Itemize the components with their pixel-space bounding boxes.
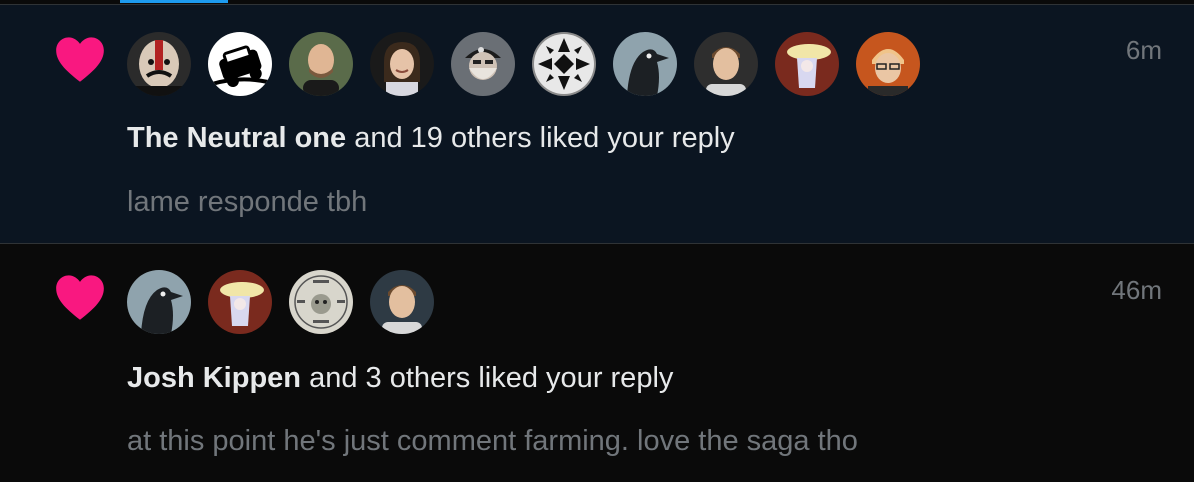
notification-item[interactable]: 6m The Neutral one and 19 others liked y… <box>0 4 1194 244</box>
avatar-row <box>127 32 920 96</box>
heart-icon <box>56 37 104 82</box>
notification-summary: Josh Kippen and 3 others liked your repl… <box>127 362 673 395</box>
heart-icon <box>56 275 104 320</box>
avatar-circle-text-badge[interactable] <box>289 270 353 334</box>
notification-item[interactable]: 46m Josh Kippen and 3 others liked your … <box>0 245 1194 482</box>
avatar-orange-hair-man[interactable] <box>856 32 920 96</box>
avatar-row <box>127 270 434 334</box>
avatar-crow[interactable] <box>127 270 191 334</box>
avatar-crow[interactable] <box>613 32 677 96</box>
actor-name[interactable]: The Neutral one <box>127 122 346 154</box>
summary-text: and 3 others liked your reply <box>301 362 674 394</box>
avatar-painted-face[interactable] <box>127 32 191 96</box>
notification-summary: The Neutral one and 19 others liked your… <box>127 122 735 155</box>
avatar-woman-smiling[interactable] <box>370 32 434 96</box>
avatar-bearded-man-cap[interactable] <box>451 32 515 96</box>
avatar-anime-cowboy[interactable] <box>775 32 839 96</box>
avatar-geometric-pattern[interactable] <box>532 32 596 96</box>
avatar-young-man[interactable] <box>370 270 434 334</box>
summary-text: and 19 others liked your reply <box>346 122 735 154</box>
reply-snippet[interactable]: at this point he's just comment farming.… <box>127 425 858 458</box>
active-tab-indicator <box>120 0 228 3</box>
reply-snippet[interactable]: lame responde tbh <box>127 186 367 219</box>
timestamp[interactable]: 46m <box>1111 275 1162 306</box>
actor-name[interactable]: Josh Kippen <box>127 362 301 394</box>
avatar-bald-man[interactable] <box>289 32 353 96</box>
timestamp[interactable]: 6m <box>1126 35 1162 66</box>
avatar-young-man[interactable] <box>694 32 758 96</box>
avatar-car-logo[interactable] <box>208 32 272 96</box>
avatar-anime-cowboy[interactable] <box>208 270 272 334</box>
